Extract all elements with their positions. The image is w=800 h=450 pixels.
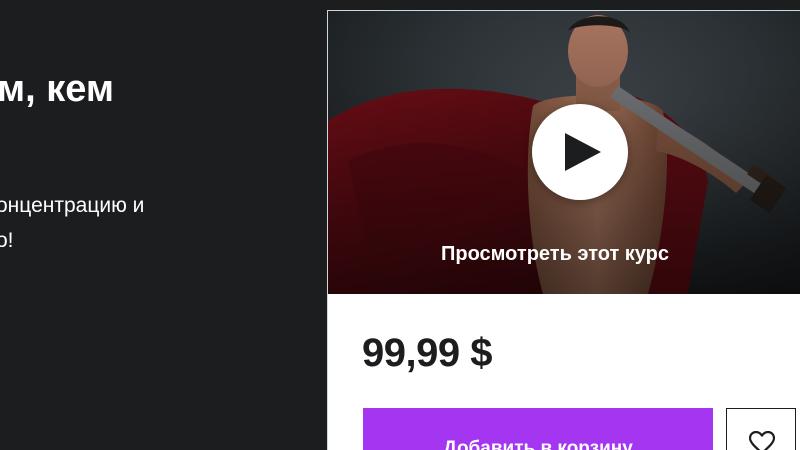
- course-price: 99,99 $: [362, 331, 492, 375]
- heart-icon: [749, 431, 775, 450]
- course-title: м, кем: [0, 68, 114, 110]
- play-button[interactable]: [532, 104, 628, 200]
- purchase-card: Просмотреть этот курс 99,99 $ Добавить в…: [327, 10, 800, 450]
- preview-course-label[interactable]: Просмотреть этот курс: [328, 243, 800, 266]
- course-header: м, кем онцентрацию и о!: [0, 0, 327, 450]
- wishlist-button[interactable]: [726, 408, 796, 450]
- play-icon: [565, 133, 601, 171]
- course-preview[interactable]: Просмотреть этот курс: [328, 11, 800, 294]
- add-to-cart-button[interactable]: Добавить в корзину: [363, 408, 713, 450]
- course-subtitle: онцентрацию и о!: [0, 194, 145, 252]
- course-landing-page: м, кем онцентрацию и о! Просмотреть этот…: [0, 0, 800, 450]
